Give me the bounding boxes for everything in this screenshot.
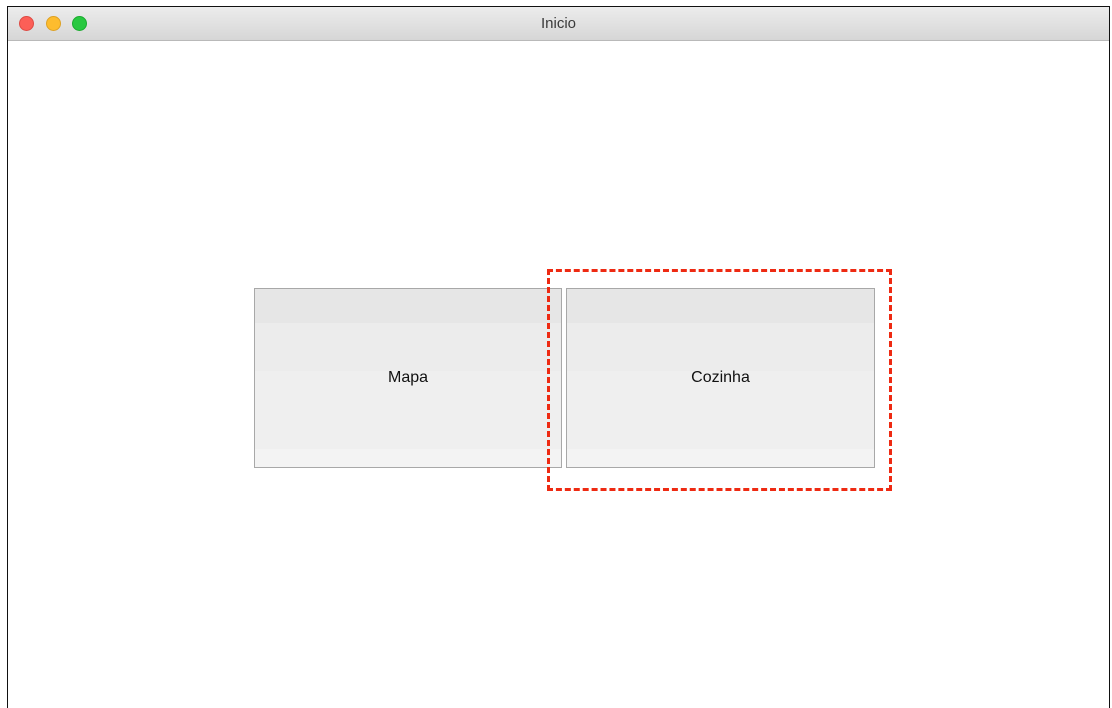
title-bar[interactable]: Inicio: [8, 7, 1109, 41]
cozinha-button-label: Cozinha: [691, 369, 750, 386]
mapa-button-label: Mapa: [387, 369, 429, 386]
mapa-button[interactable]: Mapa: [254, 288, 562, 468]
window-title: Inicio: [540, 15, 577, 32]
app-window: Inicio Mapa Cozinha: [7, 6, 1110, 708]
cozinha-button[interactable]: Cozinha: [566, 288, 875, 468]
